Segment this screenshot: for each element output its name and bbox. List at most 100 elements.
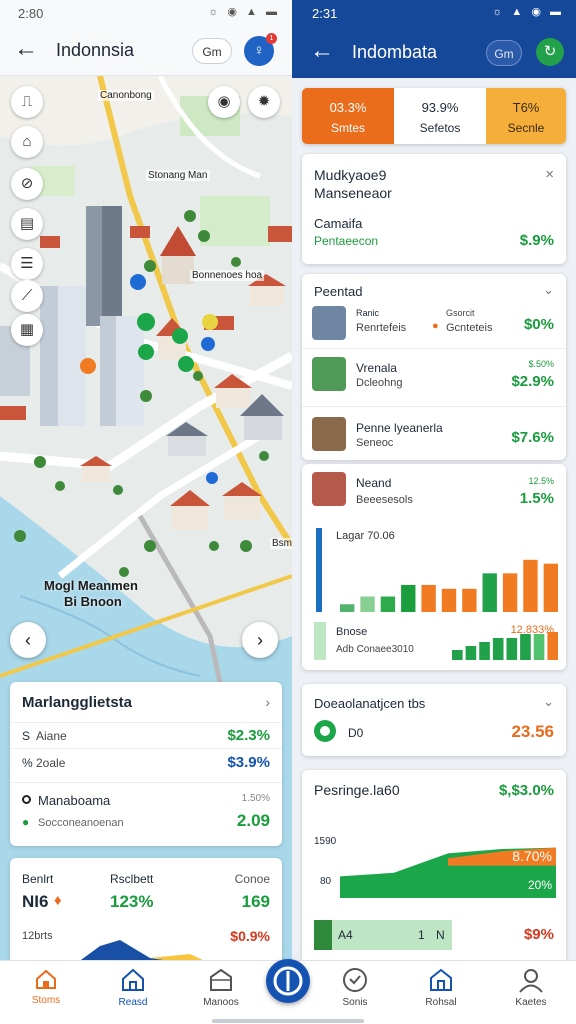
chart-bar <box>523 559 538 612</box>
gm-button[interactable]: Gm <box>486 40 522 66</box>
listing-thumbnail <box>312 417 346 451</box>
refresh-icon[interactable]: ↻ <box>536 38 564 66</box>
summary-card[interactable]: Marlangglietsta › S Aiane $2.3% % 2oale … <box>10 682 282 846</box>
map-label: Bonnenoes hoa <box>190 270 265 281</box>
grid-icon[interactable]: ▦ <box>11 314 43 346</box>
chart-bar <box>441 588 457 612</box>
trend-card[interactable]: Neand Beeesesols 12.5% 1.5% Lagar 70.06 … <box>302 464 566 670</box>
close-icon[interactable]: × <box>545 166 554 183</box>
card-title: Neand <box>356 476 392 490</box>
row-icon: % <box>22 756 33 770</box>
listing-subtitle: Dcleohng <box>356 377 403 389</box>
radio-icon <box>22 795 31 804</box>
stat-value: NI6 <box>22 892 49 911</box>
nav-item-kaetes[interactable]: Kaetes <box>496 967 566 1008</box>
summary-row[interactable]: S Aiane $2.3% <box>10 722 282 748</box>
listing-tag: Gsorcit <box>446 308 475 318</box>
map-label: Bsmen <box>270 538 292 549</box>
back-arrow-icon[interactable]: ← <box>310 38 334 64</box>
stat-label: Benlrt <box>22 872 54 886</box>
chart-bar <box>482 573 497 612</box>
pin-icon: ● <box>22 815 30 829</box>
nav-item-rohsal[interactable]: Rohsal <box>406 967 476 1008</box>
chart-axis-bar <box>316 528 322 612</box>
home-icon[interactable]: ⌂ <box>11 126 43 158</box>
layers-icon[interactable]: ☰ <box>11 248 43 280</box>
card-title: Pesringe.la60 <box>314 782 400 798</box>
stats-card[interactable]: Benlrt Rsclbett Conoe NI6 ♦ 123% 169 12b… <box>10 858 282 960</box>
tile[interactable]: 03.3% Smtes <box>302 88 394 144</box>
row-value: $3.9% <box>227 754 270 771</box>
nav-item-sonis[interactable]: Sonis <box>320 967 390 1008</box>
status-bar: 2:80 ☼ ◉ ▲ ▬ <box>0 0 292 26</box>
nav-item-manoos[interactable]: Manoos <box>186 967 256 1008</box>
home-indicator <box>212 1019 364 1023</box>
center-action-button[interactable] <box>266 959 310 1003</box>
stat-value: 169 <box>241 892 270 911</box>
building-icon <box>210 968 232 991</box>
app-header: ← Indombata Gm ↻ <box>292 26 576 78</box>
card-value: $,$3.0% <box>498 782 554 799</box>
right-panel: 2:31 ☼ ▲ ◉ ▬ ← Indombata Gm ↻ 03.3% Smte… <box>292 0 576 960</box>
card-title: Mudkyaoe9 Manseneaor <box>314 167 392 201</box>
stat-label: Rsclbett <box>110 872 154 886</box>
map-next-button[interactable]: › <box>242 622 278 658</box>
scale-icon[interactable]: ⎍ <box>11 86 43 118</box>
check-circle-icon <box>343 968 367 992</box>
bottom-navigation: Stoms Reasd Manoos Sonis Rohsal Kaetes <box>0 959 576 1024</box>
listing-item[interactable]: Ranic Renrtefeis Gsorcit ● Gcnteteis $0% <box>302 302 566 346</box>
row-sub: Pentaeecon <box>314 234 379 248</box>
bar-chart <box>314 622 558 660</box>
settings-icon[interactable]: ✹ <box>248 86 280 118</box>
back-arrow-icon[interactable]: ← <box>14 36 38 62</box>
area-chart-card[interactable]: Pesringe.la60 $,$3.0% 1590 80 $.0% 8.70%… <box>302 770 566 960</box>
pin-icon[interactable]: ♀ 1 <box>244 33 277 66</box>
status-time: 2:80 <box>18 6 44 21</box>
bar-thumb <box>314 920 332 950</box>
status-time: 2:31 <box>312 6 338 21</box>
progress-card[interactable]: Doeaolanatjcen tbs ⌄ D0 23.56 <box>302 684 566 756</box>
main-value: 1.5% <box>519 490 554 507</box>
detail-desc: Socconeanoenan <box>38 817 124 829</box>
map-prev-button[interactable]: ‹ <box>10 622 46 658</box>
bar-chart <box>316 528 558 612</box>
extra-label: 12brts <box>22 930 53 942</box>
district-label: Mogl Meanmen Bi Bnoon <box>44 578 138 609</box>
ruler-icon[interactable]: ⟋ <box>11 280 43 312</box>
gm-button[interactable]: Gm <box>192 38 232 64</box>
tile[interactable]: T6% Secnle <box>486 88 566 144</box>
listing-card[interactable]: Peentad ⌄ Ranic Renrtefeis Gsorcit ● Gcn… <box>302 274 566 460</box>
trend-thumbnail <box>312 472 346 506</box>
tile[interactable]: 93.9% Sefetos <box>394 88 486 144</box>
card-title: Marlangglietsta <box>22 694 133 711</box>
status-circle-icon <box>314 720 336 742</box>
row-label: Aiane <box>36 729 67 743</box>
chart-bar <box>543 563 558 612</box>
listing-item[interactable]: Penne lyeanerla Seneoc $7.6% <box>302 406 566 460</box>
chart-legend-swatch <box>314 622 326 660</box>
center-action-icon <box>273 966 303 996</box>
chevron-right-icon[interactable]: › <box>265 694 270 710</box>
summary-detail[interactable]: Manaboama 1.50% ● Socconeanoenan 2.09 <box>10 782 282 842</box>
document-icon[interactable]: ▤ <box>11 208 43 240</box>
listing-value: $7.6% <box>511 429 554 446</box>
info-card[interactable]: Mudkyaoe9 Manseneaor × Camaifa Pentaeeco… <box>302 154 566 264</box>
listing-item[interactable]: Vrenala Dcleohng $.50% $2.9% <box>302 348 566 404</box>
row-value: 23.56 <box>511 722 554 741</box>
chevron-down-icon[interactable]: ⌄ <box>543 694 554 710</box>
bar-label: 1 <box>418 928 425 942</box>
compass-icon[interactable]: ⊘ <box>11 168 43 200</box>
label-top: 8.70% <box>512 848 552 864</box>
camera-icon[interactable]: ◉ <box>208 86 240 118</box>
stat-value: 123% <box>110 892 154 911</box>
summary-row[interactable]: % 2oale $3.9% <box>10 748 282 776</box>
nav-item-stoms[interactable]: Stoms <box>11 967 81 1006</box>
home-outline-icon <box>122 968 144 991</box>
status-icons: ☼ ▲ ◉ ▬ <box>492 6 564 18</box>
chevron-down-icon[interactable]: ⌄ <box>543 282 554 298</box>
chart-bar <box>380 596 396 612</box>
user-icon <box>519 969 543 993</box>
page-title: Indonnsia <box>56 40 135 60</box>
nav-item-reasd[interactable]: Reasd <box>98 967 168 1008</box>
label-bottom: 20% <box>527 878 552 892</box>
